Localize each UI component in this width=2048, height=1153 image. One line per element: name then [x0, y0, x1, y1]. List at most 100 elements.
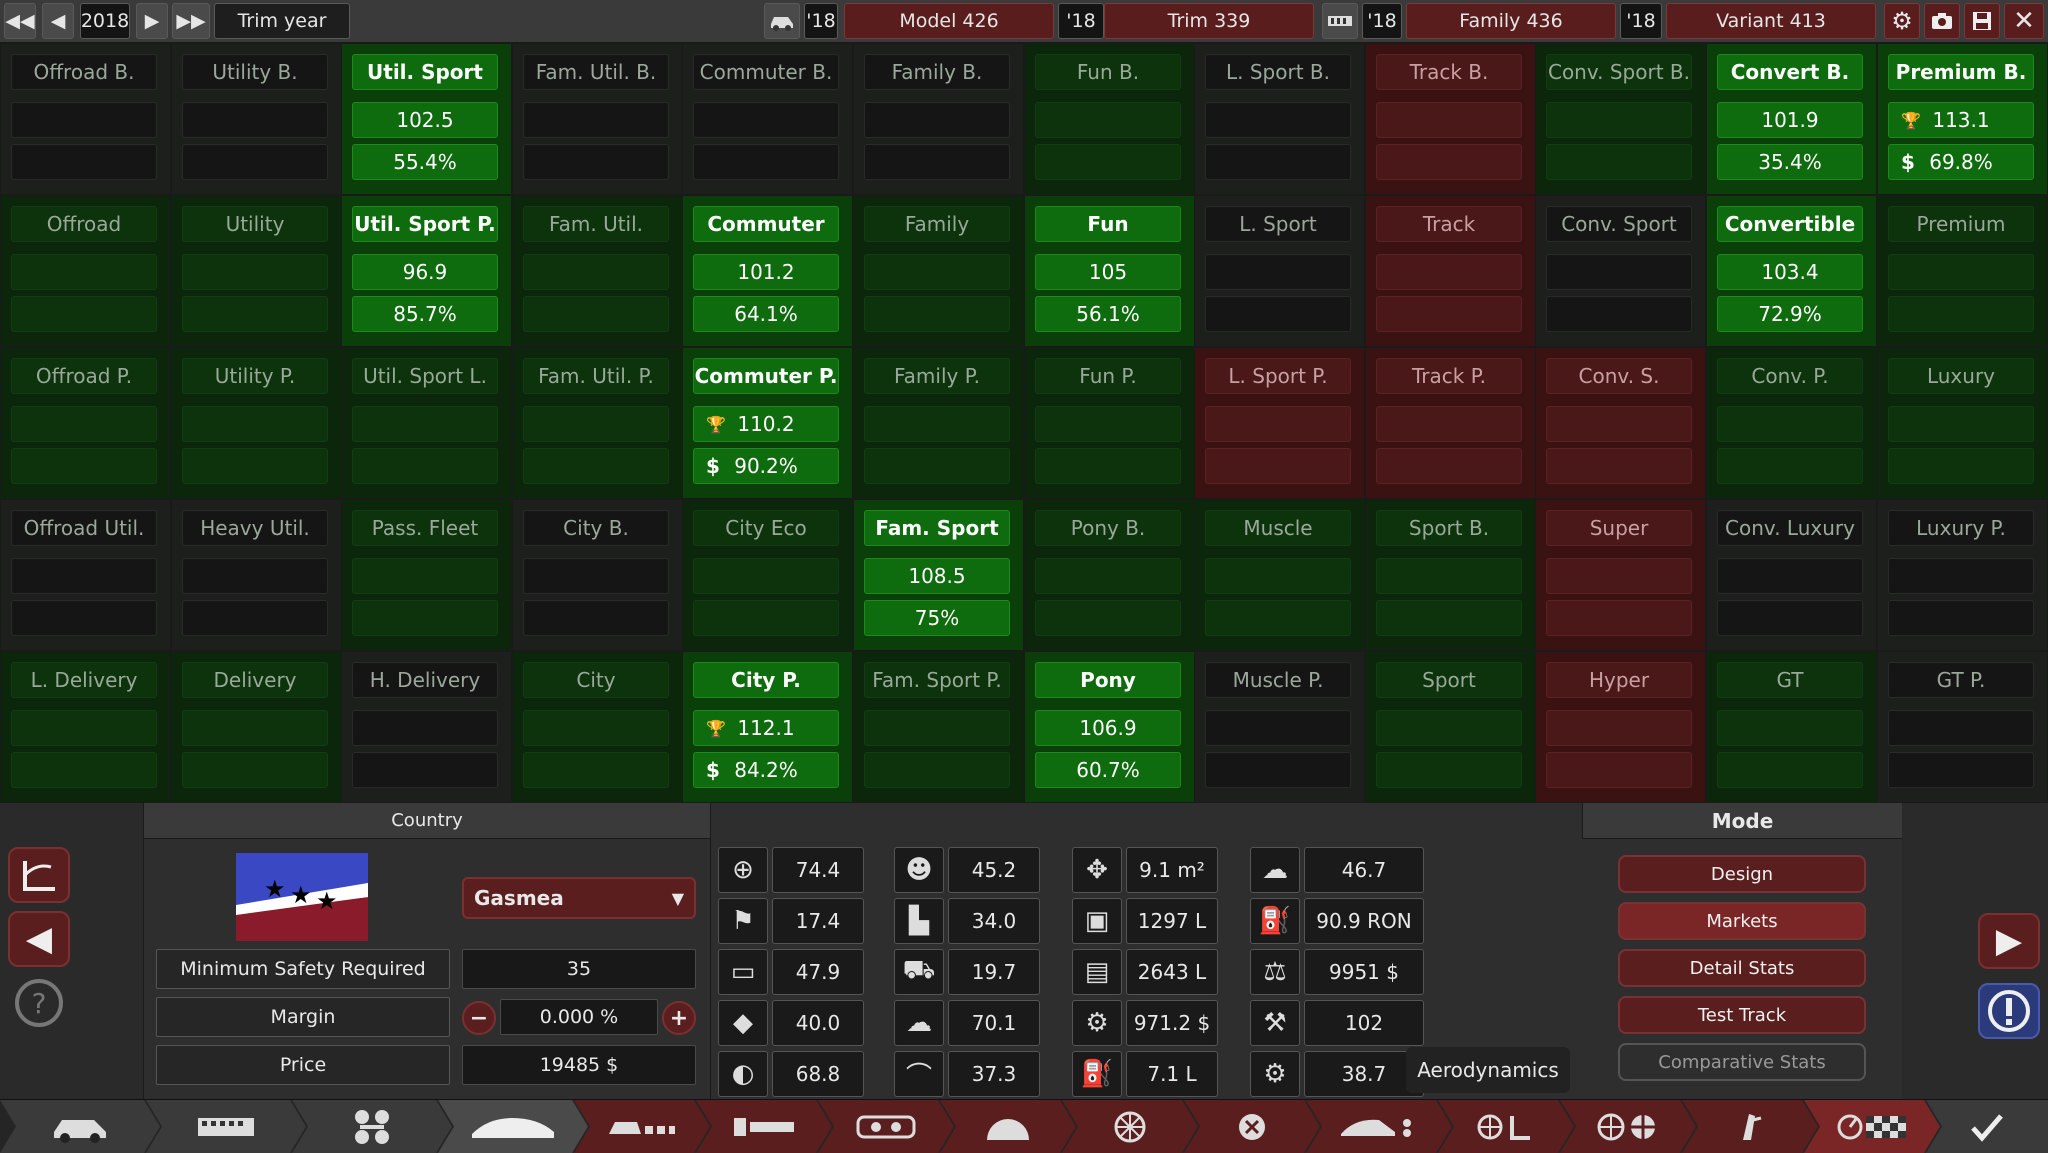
market-cell[interactable]: Offroad — [0, 195, 171, 347]
nav-car-icon[interactable] — [0, 1100, 160, 1153]
market-cell[interactable]: Util. Sport P. 96.9 85.7% — [341, 195, 512, 347]
margin-increase-button[interactable]: + — [662, 1001, 696, 1035]
nav-engine-head-icon[interactable] — [818, 1100, 954, 1153]
market-cell[interactable]: Muscle P. — [1194, 651, 1365, 803]
market-cell[interactable]: Super — [1535, 499, 1706, 651]
mode-detail-stats-button[interactable]: Detail Stats — [1618, 949, 1866, 987]
settings-gear-icon[interactable]: ⚙ — [1884, 3, 1920, 39]
market-cell[interactable]: Pony 106.9 60.7% — [1024, 651, 1195, 803]
market-cell[interactable]: Premium — [1877, 195, 2048, 347]
nav-engine-tune-icon[interactable] — [1306, 1100, 1452, 1153]
mode-design-button[interactable]: Design — [1618, 855, 1866, 893]
market-cell[interactable]: Premium B. 🏆 113.1 $69.8% — [1877, 43, 2048, 195]
mode-markets-button[interactable]: Markets — [1618, 902, 1866, 940]
market-cell[interactable]: L. Sport B. — [1194, 43, 1365, 195]
market-cell[interactable]: City P. 🏆 112.1 $84.2% — [682, 651, 853, 803]
market-cell[interactable]: Muscle — [1194, 499, 1365, 651]
nav-fuel-system-icon[interactable] — [1062, 1100, 1198, 1153]
market-cell[interactable]: Sport — [1365, 651, 1536, 803]
nav-suspension-icon[interactable] — [292, 1100, 452, 1153]
mode-test-track-button[interactable]: Test Track — [1618, 996, 1866, 1034]
market-cell[interactable]: City — [512, 651, 683, 803]
market-cell[interactable]: Track P. — [1365, 347, 1536, 499]
first-year-button[interactable]: ◀◀ — [4, 3, 36, 39]
next-year-button[interactable]: ▶ — [136, 3, 168, 39]
market-cell[interactable]: Util. Sport L. — [341, 347, 512, 499]
variant-button[interactable]: Variant 413 — [1666, 3, 1876, 39]
nav-test-track-icon[interactable] — [1804, 1100, 1940, 1153]
market-cell[interactable]: Fam. Sport P. — [853, 651, 1024, 803]
prev-year-button[interactable]: ◀ — [42, 3, 74, 39]
camera-view-button[interactable] — [8, 847, 70, 903]
mode-comparative-stats-button[interactable]: Comparative Stats — [1618, 1043, 1866, 1081]
market-cell[interactable]: GT P. — [1877, 651, 2048, 803]
nav-engine-block-icon[interactable] — [696, 1100, 832, 1153]
market-cell[interactable]: Track — [1365, 195, 1536, 347]
market-cell[interactable]: Utility P. — [171, 347, 342, 499]
engine-family-icon[interactable] — [1322, 3, 1358, 39]
aerodynamics-button[interactable]: Aerodynamics — [1406, 1047, 1570, 1093]
market-cell[interactable]: Offroad Util. — [0, 499, 171, 651]
market-cell[interactable]: Delivery — [171, 651, 342, 803]
market-cell[interactable]: L. Delivery — [0, 651, 171, 803]
trim-button[interactable]: Trim 339 — [1104, 3, 1314, 39]
info-alert-icon[interactable] — [1978, 983, 2040, 1039]
market-cell[interactable]: Family P. — [853, 347, 1024, 499]
market-cell[interactable]: Fam. Util. B. — [512, 43, 683, 195]
market-cell[interactable]: Fun P. — [1024, 347, 1195, 499]
nav-trim-icon[interactable] — [574, 1100, 710, 1153]
market-cell[interactable]: City B. — [512, 499, 683, 651]
market-cell[interactable]: L. Sport P. — [1194, 347, 1365, 499]
market-cell[interactable]: Track B. — [1365, 43, 1536, 195]
market-cell[interactable]: Conv. S. — [1535, 347, 1706, 499]
nav-chassis-icon[interactable] — [146, 1100, 306, 1153]
market-cell[interactable]: L. Sport — [1194, 195, 1365, 347]
market-cell[interactable]: Fam. Sport 108.5 75% — [853, 499, 1024, 651]
market-cell[interactable]: Convertible 103.4 72.9% — [1706, 195, 1877, 347]
market-cell[interactable]: Pass. Fleet — [341, 499, 512, 651]
market-cell[interactable]: Util. Sport 102.5 55.4% — [341, 43, 512, 195]
market-cell[interactable]: Commuter 101.2 64.1% — [682, 195, 853, 347]
last-year-button[interactable]: ▶▶ — [172, 3, 210, 39]
market-cell[interactable]: H. Delivery — [341, 651, 512, 803]
market-cell[interactable]: Fun B. — [1024, 43, 1195, 195]
market-cell[interactable]: Fun 105 56.1% — [1024, 195, 1195, 347]
save-icon[interactable] — [1964, 3, 2000, 39]
margin-value[interactable]: 0.000 % — [500, 999, 658, 1035]
market-cell[interactable]: Commuter B. — [682, 43, 853, 195]
margin-decrease-button[interactable]: − — [462, 1001, 496, 1035]
market-cell[interactable]: Offroad B. — [0, 43, 171, 195]
nav-finish-checkmark-icon[interactable] — [1926, 1100, 2048, 1153]
market-cell[interactable]: Pony B. — [1024, 499, 1195, 651]
market-cell[interactable]: Heavy Util. — [171, 499, 342, 651]
market-cell[interactable]: Convert B. 101.9 35.4% — [1706, 43, 1877, 195]
forward-arrow-icon[interactable]: ▶ — [1978, 913, 2040, 969]
market-cell[interactable]: Sport B. — [1365, 499, 1536, 651]
market-cell[interactable]: GT — [1706, 651, 1877, 803]
market-cell[interactable]: Family — [853, 195, 1024, 347]
market-cell[interactable]: Luxury — [1877, 347, 2048, 499]
nav-exhaust-icon[interactable] — [1184, 1100, 1320, 1153]
nav-drivetrain-icon[interactable] — [1438, 1100, 1574, 1153]
model-button[interactable]: Model 426 — [844, 3, 1054, 39]
nav-wheels-icon[interactable] — [1560, 1100, 1696, 1153]
market-cell[interactable]: Commuter P. 🏆 110.2 $90.2% — [682, 347, 853, 499]
help-icon[interactable]: ? — [8, 975, 70, 1031]
market-cell[interactable]: Fam. Util. — [512, 195, 683, 347]
market-cell[interactable]: Conv. Sport — [1535, 195, 1706, 347]
market-cell[interactable]: Utility B. — [171, 43, 342, 195]
market-cell[interactable]: Utility — [171, 195, 342, 347]
trim-year-button[interactable]: Trim year — [214, 3, 350, 39]
market-cell[interactable]: Family B. — [853, 43, 1024, 195]
market-cell[interactable]: Offroad P. — [0, 347, 171, 499]
market-cell[interactable]: Conv. Luxury — [1706, 499, 1877, 651]
market-cell[interactable]: Conv. P. — [1706, 347, 1877, 499]
close-icon[interactable]: ✕ — [2004, 3, 2044, 39]
market-cell[interactable]: Luxury P. — [1877, 499, 2048, 651]
country-dropdown[interactable]: Gasmea ▼ — [462, 877, 696, 919]
market-cell[interactable]: Conv. Sport B. — [1535, 43, 1706, 195]
nav-body-icon[interactable] — [438, 1100, 588, 1153]
nav-turbo-icon[interactable] — [940, 1100, 1076, 1153]
back-arrow-icon[interactable]: ◀ — [8, 911, 70, 967]
camera-icon[interactable] — [1924, 3, 1960, 39]
